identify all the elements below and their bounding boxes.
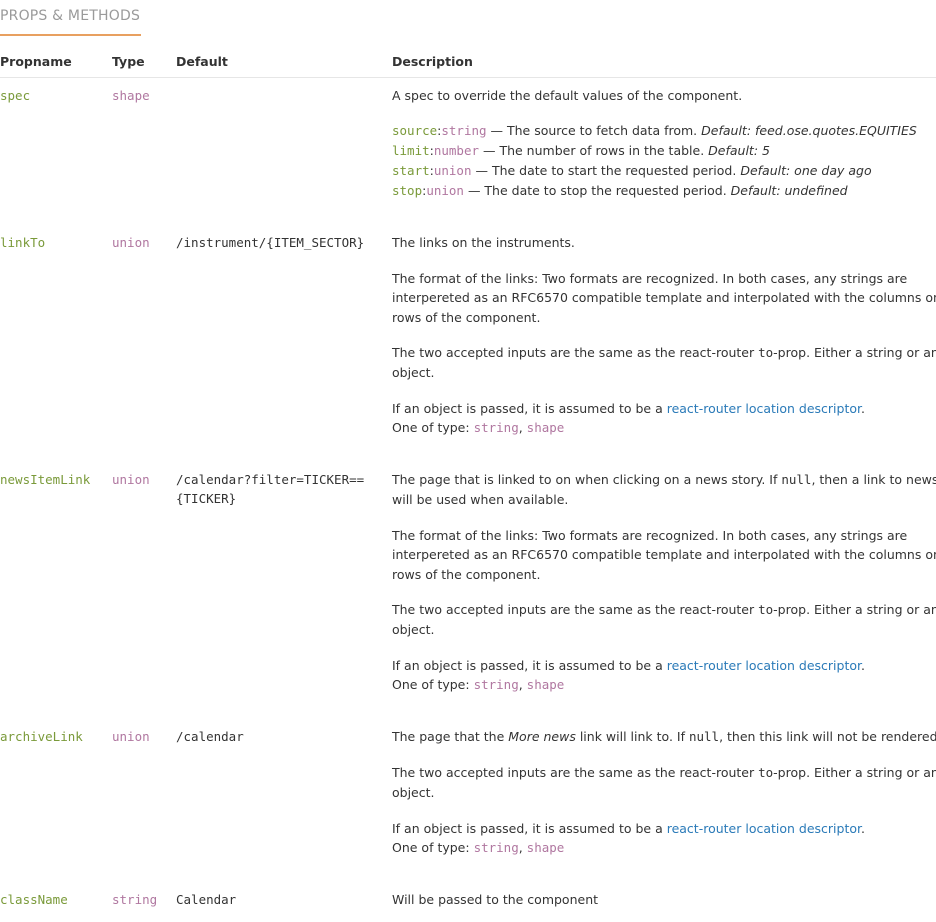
desc-format-line1: The format of the links: Two formats are… (392, 528, 908, 543)
oneof-type: string (473, 677, 519, 692)
prop-default: Calendar (176, 892, 237, 907)
prop-name: spec (0, 88, 31, 103)
prop-description: A spec to override the default values of… (392, 88, 743, 103)
desc-inputs-line2: object. (392, 785, 435, 800)
prop-description: The page that the More news link will li… (392, 729, 936, 744)
desc-format-line3: rows of the component. (392, 567, 541, 582)
field-text: — The date to start the requested period… (471, 163, 741, 178)
desc-inputs-line2: object. (392, 622, 435, 637)
field-line: limit:number — The number of rows in the… (392, 143, 770, 158)
prop-default-line2: {TICKER} (176, 491, 237, 506)
location-descriptor-link[interactable]: react-router location descriptor (667, 401, 861, 416)
prop-type: string (112, 892, 158, 907)
field-default: Default: 5 (708, 143, 770, 158)
desc-inputs-line1: The two accepted inputs are the same as … (392, 602, 936, 617)
desc-object-line: If an object is passed, it is assumed to… (392, 658, 865, 673)
desc-format-line2: interpereted as an RFC6570 compatible te… (392, 290, 936, 305)
desc-format-line2: interpereted as an RFC6570 compatible te… (392, 547, 936, 562)
prop-name: linkTo (0, 235, 46, 250)
field-line: start:union — The date to start the requ… (392, 163, 872, 178)
desc-object-line: If an object is passed, it is assumed to… (392, 401, 865, 416)
oneof-type: string (473, 840, 519, 855)
field-type: union (426, 183, 464, 198)
field-key: start (392, 163, 430, 178)
header-default: Default (176, 54, 228, 69)
field-key: stop (392, 183, 423, 198)
desc-format-line3: rows of the component. (392, 310, 541, 325)
prop-type: union (112, 729, 150, 744)
header-description: Description (392, 54, 473, 69)
prop-name: className (0, 892, 68, 907)
field-text: — The source to fetch data from. (486, 123, 702, 138)
prop-name: newsItemLink (0, 472, 91, 487)
tab-props-methods[interactable]: PROPS & METHODS (0, 8, 140, 24)
desc-inputs-line1: The two accepted inputs are the same as … (392, 765, 936, 780)
tab-active-indicator (0, 34, 141, 36)
prop-name: archiveLink (0, 729, 83, 744)
location-descriptor-link[interactable]: react-router location descriptor (667, 658, 861, 673)
field-type: string (441, 123, 487, 138)
desc-oneof-line: One of type: string, shape (392, 420, 565, 435)
field-key: limit (392, 143, 430, 158)
field-default: Default: feed.ose.quotes.EQUITIES (701, 123, 917, 138)
oneof-type: shape (526, 420, 565, 435)
oneof-type: shape (526, 677, 565, 692)
field-type: number (433, 143, 480, 158)
prop-description: Will be passed to the component (392, 892, 599, 907)
location-descriptor-link[interactable]: react-router location descriptor (667, 821, 861, 836)
field-text: — The number of rows in the table. (479, 143, 709, 158)
desc-inputs-line1: The two accepted inputs are the same as … (392, 345, 936, 360)
field-key: source (392, 123, 438, 138)
oneof-type: string (473, 420, 519, 435)
prop-default-line1: /calendar?filter=TICKER== (176, 472, 365, 487)
prop-description: The page that is linked to on when click… (392, 472, 936, 487)
prop-type: union (112, 235, 150, 250)
desc-oneof-line: One of type: string, shape (392, 840, 565, 855)
prop-description: The links on the instruments. (392, 235, 575, 250)
header-propname: Propname (0, 54, 72, 69)
field-default: Default: undefined (730, 183, 848, 198)
prop-type: shape (112, 88, 150, 103)
desc-oneof-line: One of type: string, shape (392, 677, 565, 692)
header-type: Type (112, 54, 145, 69)
field-type: union (433, 163, 472, 178)
header-divider (0, 77, 936, 78)
desc-format-line1: The format of the links: Two formats are… (392, 271, 908, 286)
desc-inputs-line2: object. (392, 365, 435, 380)
desc-object-line: If an object is passed, it is assumed to… (392, 821, 865, 836)
prop-description-line2: will be used when available. (392, 492, 569, 507)
field-line: source:string — The source to fetch data… (392, 123, 917, 138)
prop-type: union (112, 472, 150, 487)
field-text: — The date to stop the requested period. (463, 183, 731, 198)
field-line: stop:union — The date to stop the reques… (392, 183, 848, 198)
oneof-type: shape (526, 840, 565, 855)
prop-default: /instrument/{ITEM_SECTOR} (176, 235, 365, 250)
prop-default: /calendar (176, 729, 244, 744)
field-default: Default: one day ago (740, 163, 872, 178)
